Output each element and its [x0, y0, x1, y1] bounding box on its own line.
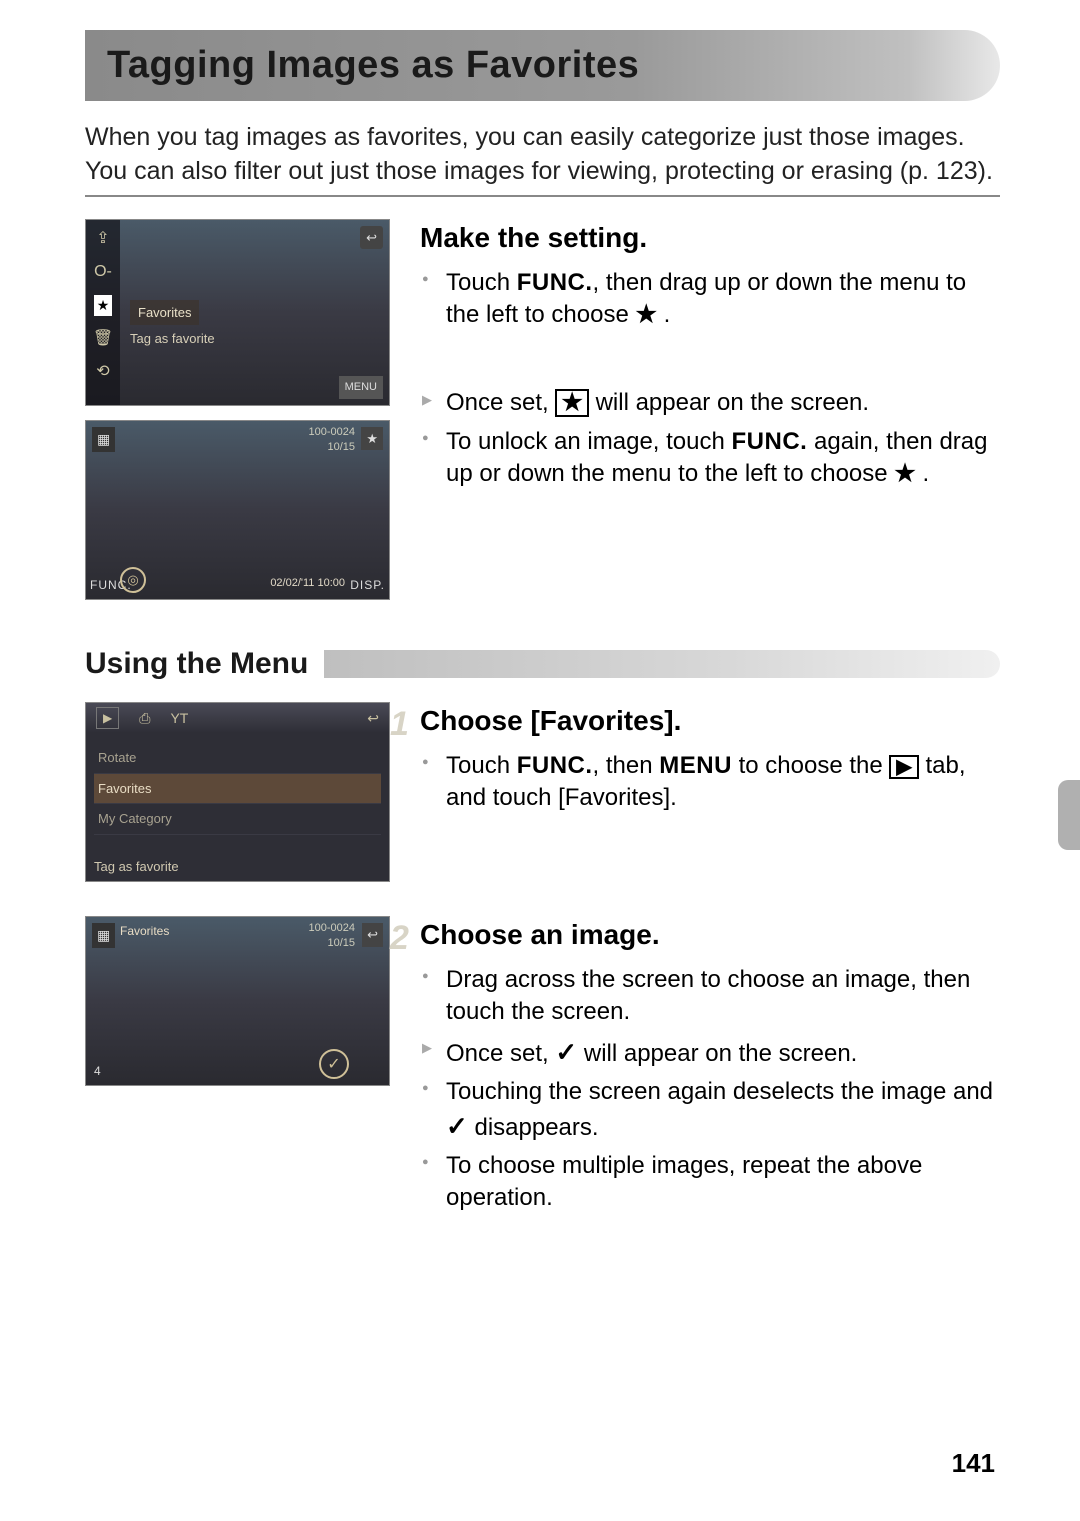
page-number: 141 [952, 1446, 995, 1481]
grid-icon: ▦ [92, 427, 115, 452]
yt-tab: YT [170, 709, 188, 728]
step-number-2: 2 [390, 916, 409, 962]
image-count: 4 [94, 1063, 101, 1079]
return-icon: ↩ [362, 923, 383, 947]
subheading-using-menu: Using the Menu [85, 644, 324, 685]
camera-screen-func-menu: ⇪ O‑ ★ 🗑 ⟲ Favorites Tag as favorite ↩ M… [85, 219, 390, 406]
section-step1: ▶ ⎙ YT ↩ Rotate Favorites My Category Ta… [85, 702, 1000, 896]
menu-item-rotate: Rotate [94, 743, 381, 774]
instruction-touch-func: Touch FUNC., then drag up or down the me… [420, 267, 1000, 332]
rotate-icon: ⟲ [96, 361, 109, 383]
camera-screen-playback: ▦ 100-0024 10/15 ★ FUNC. ◎ 02/02/'11 10:… [85, 420, 390, 600]
grid-icon: ▦ [92, 923, 115, 948]
check-icon: ✓ [446, 1111, 468, 1141]
menu-item-mycategory: My Category [94, 804, 381, 835]
key-icon: O‑ [94, 261, 112, 283]
play-tab-icon: ▶ [96, 707, 119, 729]
page-title-bar: Tagging Images as Favorites [85, 30, 1000, 101]
menu-item-favorites: Favorites [130, 300, 199, 326]
star-box-icon: ★ [361, 427, 383, 451]
intro-paragraph: When you tag images as favorites, you ca… [85, 121, 1000, 189]
trash-icon: 🗑 [93, 328, 113, 350]
instruction-deselect: Touching the screen again deselects the … [420, 1076, 1000, 1144]
result-star-appears: Once set, ★ will appear on the screen. [420, 387, 1000, 419]
image-info: 100-0024 10/15 [309, 425, 356, 455]
date-time: 02/02/'11 10:00 [270, 576, 345, 591]
star-box-icon: ★ [555, 389, 589, 417]
subheading-row: Using the Menu [85, 644, 1000, 685]
page-title: Tagging Images as Favorites [107, 40, 978, 91]
disp-label: DISP. [350, 577, 385, 593]
subheading-stripe [324, 650, 1000, 678]
separator [85, 195, 1000, 197]
play-tab-icon: ▶ [889, 755, 918, 779]
side-tab [1058, 780, 1080, 850]
print-tab-icon: ⎙ [139, 709, 150, 728]
star-icon: ★ [94, 295, 113, 316]
step-heading-make-setting: Make the setting. [420, 219, 1000, 257]
camera-screen-menu-list: ▶ ⎙ YT ↩ Rotate Favorites My Category Ta… [85, 702, 390, 882]
menu-item-favorites: Favorites [94, 774, 381, 805]
result-check-appears: Once set, ✓ will appear on the screen. [420, 1035, 1000, 1070]
step-heading-choose-favorites: Choose [Favorites]. [420, 702, 1000, 740]
check-icon: ✓ [555, 1037, 577, 1067]
camera-screen-favorites-select: ▦ Favorites 100-0024 10/15 ↩ 4 ✓ [85, 916, 390, 1086]
image-info: 100-0024 10/15 [309, 921, 356, 951]
upload-icon: ⇪ [96, 228, 109, 250]
touch-circle-icon: ◎ [120, 567, 146, 593]
step-heading-choose-image: Choose an image. [420, 916, 1000, 954]
instruction-choose-favorites: Touch FUNC., then MENU to choose the ▶ t… [420, 750, 1000, 815]
instruction-unlock: To unlock an image, touch FUNC. again, t… [420, 426, 1000, 491]
instruction-multiple: To choose multiple images, repeat the ab… [420, 1150, 1000, 1215]
star-icon: ★ [635, 299, 657, 331]
step-number-1: 1 [390, 702, 409, 748]
return-icon: ↩ [367, 709, 379, 728]
section-make-setting: ⇪ O‑ ★ 🗑 ⟲ Favorites Tag as favorite ↩ M… [85, 219, 1000, 614]
menu-caption: Tag as favorite [130, 330, 215, 348]
instruction-drag-choose: Drag across the screen to choose an imag… [420, 964, 1000, 1029]
section-step2: ▦ Favorites 100-0024 10/15 ↩ 4 ✓ 2 Choos… [85, 916, 1000, 1221]
star-icon: ★ [894, 458, 916, 490]
screen-title-favorites: Favorites [120, 923, 169, 939]
menu-button-label: MENU [339, 376, 383, 399]
menu-caption: Tag as favorite [94, 858, 179, 876]
return-icon: ↩ [360, 226, 383, 250]
